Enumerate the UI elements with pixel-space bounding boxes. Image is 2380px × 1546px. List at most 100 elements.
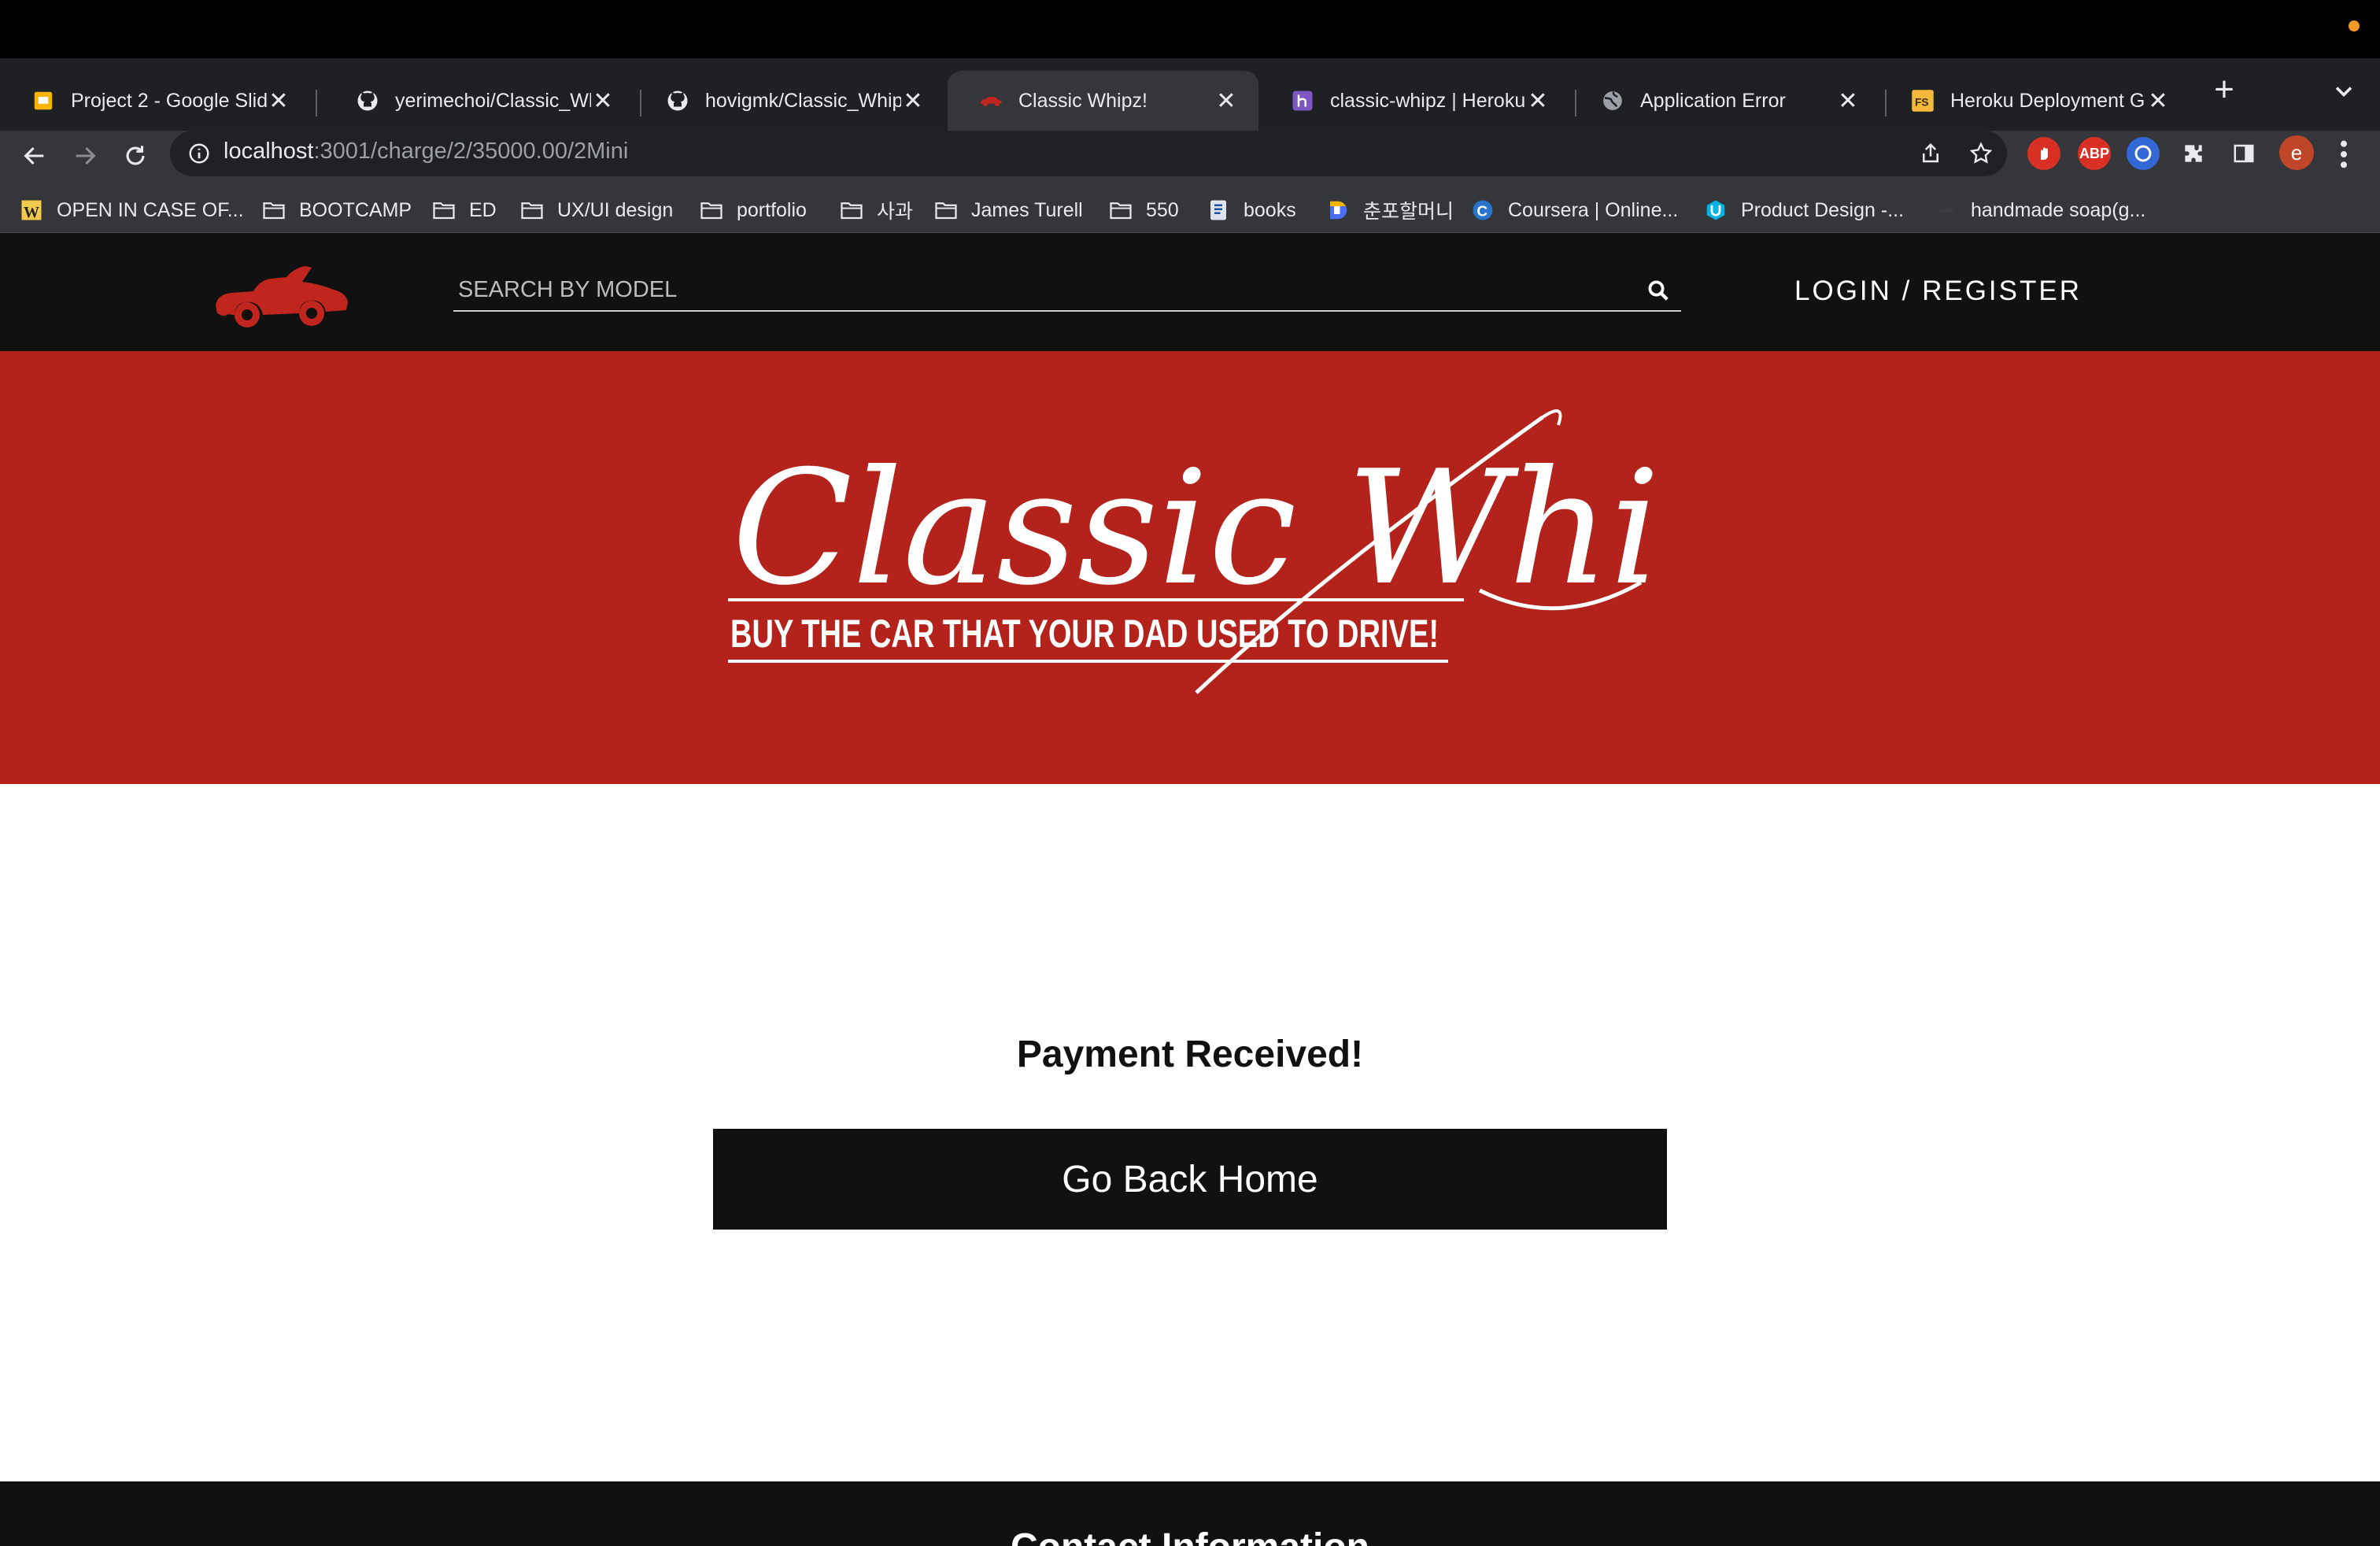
- search-input[interactable]: [458, 274, 1623, 305]
- share-button[interactable]: [1916, 139, 1946, 168]
- go-back-home-button[interactable]: Go Back Home: [713, 1129, 1667, 1230]
- window-titlebar: [0, 0, 2380, 58]
- classic-whipz-logo: Classic Whipz BUY THE CAR THAT YOUR DAD …: [728, 409, 1661, 694]
- tab-close-icon[interactable]: ✕: [1836, 87, 1860, 115]
- bookmark-label: books: [1244, 198, 1296, 221]
- svg-text:FS: FS: [1915, 96, 1929, 108]
- bookmark-label: OPEN IN CASE OF...: [57, 198, 244, 221]
- bookmark-label: Product Design -...: [1741, 198, 1905, 221]
- tab-separator: [316, 90, 317, 117]
- bookmark-item[interactable]: portfolio: [699, 187, 807, 233]
- bookmark-item[interactable]: BOOTCAMP: [261, 187, 412, 233]
- tab-title: yerimechoi/Classic_Whipz: [395, 89, 591, 112]
- bookmark-item[interactable]: C Coursera | Online...: [1470, 187, 1678, 233]
- tab-close-icon[interactable]: ✕: [1526, 87, 1550, 115]
- tab-close-icon[interactable]: ✕: [901, 87, 925, 115]
- more-menu-icon[interactable]: [2336, 139, 2352, 170]
- search-icon[interactable]: [1646, 279, 1670, 302]
- footer-title: Contact Information: [0, 1526, 2380, 1546]
- soap-icon: [1933, 198, 1958, 223]
- record-icon[interactable]: [2127, 137, 2160, 170]
- browser-tab[interactable]: FS Heroku Deployment Guide✕: [1879, 71, 2190, 131]
- tab-close-icon[interactable]: ✕: [267, 87, 290, 115]
- bookmark-item[interactable]: 550: [1108, 187, 1179, 233]
- tab-close-icon[interactable]: ✕: [2146, 87, 2170, 115]
- hand-icon[interactable]: [2027, 137, 2060, 170]
- tab-strip: Project 2 - Google Slides ✕ yerimechoi/Cla…: [0, 58, 2380, 131]
- browser-tab[interactable]: hovigmk/Classic_Whipz ✕: [634, 71, 945, 131]
- extensions-button[interactable]: [2179, 139, 2208, 168]
- forward-button[interactable]: [68, 139, 102, 173]
- side-panel-button[interactable]: [2229, 139, 2259, 168]
- wiki-icon: W: [19, 198, 44, 223]
- arrow-left-icon: [24, 146, 44, 165]
- payment-received-heading: Payment Received!: [1016, 1034, 1364, 1075]
- browser-tab[interactable]: Classic Whipz! ✕: [948, 71, 1258, 131]
- svg-text:W: W: [24, 204, 39, 221]
- book-icon: [1206, 198, 1231, 223]
- bookmark-item[interactable]: books: [1206, 187, 1296, 233]
- star-icon: [1969, 142, 1993, 164]
- browser-tab[interactable]: Application Error ✕: [1569, 71, 1880, 131]
- car-icon: [979, 89, 1003, 113]
- folder-icon: [261, 198, 286, 223]
- folder-icon: [699, 198, 724, 223]
- tab-close-icon[interactable]: ✕: [591, 87, 615, 115]
- tab-close-icon[interactable]: ✕: [1214, 87, 1238, 115]
- bookmark-item[interactable]: James Turell: [933, 187, 1083, 233]
- bookmark-item[interactable]: UX/UI design: [519, 187, 673, 233]
- puzzle-icon: [2185, 145, 2202, 162]
- bookmark-label: BOOTCAMP: [299, 198, 412, 221]
- bookmark-item[interactable]: 춘포할머니: [1325, 187, 1454, 233]
- bookmark-label: James Turell: [971, 198, 1083, 221]
- github-icon: [666, 89, 689, 113]
- site-footer: Contact Information: [0, 1481, 2380, 1546]
- tab-title: classic-whipz | Heroku: [1330, 89, 1526, 112]
- github-icon: [356, 89, 379, 113]
- bookmark-item[interactable]: Product Design -...: [1703, 187, 1904, 233]
- folder-icon: [1108, 198, 1133, 223]
- arrow-right-icon: [76, 146, 96, 165]
- bookmark-label: UX/UI design: [557, 198, 674, 221]
- url-host: localhost: [224, 139, 314, 164]
- recording-indicator: [2349, 20, 2360, 31]
- tab-title: hovigmk/Classic_Whipz: [705, 89, 901, 112]
- folder-icon: [431, 198, 456, 223]
- site-info-icon[interactable]: [187, 142, 211, 165]
- bookmark-label: Coursera | Online...: [1508, 198, 1679, 221]
- reload-button[interactable]: [118, 139, 153, 173]
- browser-tab[interactable]: yerimechoi/Classic_Whipz✕: [324, 71, 635, 131]
- logo-title: Classic Whipz: [732, 437, 1661, 620]
- url-text[interactable]: localhost:3001/charge/2/35000.00/2Mini: [224, 139, 628, 165]
- bookmark-label: 550: [1146, 198, 1179, 221]
- bookmark-item[interactable]: W OPEN IN CASE OF...: [19, 187, 244, 233]
- globe-icon: [1601, 89, 1624, 113]
- share-icon: [1923, 142, 1938, 163]
- browser-tab[interactable]: Project 2 - Google Slides ✕: [0, 71, 311, 131]
- adblock-icon[interactable]: ABP: [2078, 137, 2111, 170]
- folder-icon: [839, 198, 864, 223]
- bookmark-label: 사과: [877, 201, 914, 223]
- bookmark-item[interactable]: handmade soap(g...: [1933, 187, 2145, 233]
- svg-text:C: C: [1477, 203, 1488, 220]
- login-register-link[interactable]: LOGIN / REGISTER: [1794, 276, 2082, 307]
- bookmark-star-button[interactable]: [1966, 139, 1996, 168]
- tab-title: Project 2 - Google Slides: [71, 89, 267, 112]
- tab-title: Heroku Deployment Guide: [1950, 89, 2146, 112]
- tab-title: Classic Whipz!: [1018, 89, 1148, 112]
- reload-icon: [126, 146, 145, 165]
- car-logo-icon[interactable]: [208, 258, 351, 331]
- coursera-icon: C: [1470, 198, 1495, 223]
- new-tab-button[interactable]: +: [2207, 72, 2241, 107]
- bookmark-item[interactable]: 사과: [839, 187, 913, 233]
- udacity-icon: [1703, 198, 1728, 223]
- bookmark-item[interactable]: ED: [431, 187, 497, 233]
- d-icon: [1325, 198, 1351, 223]
- tab-search-icon[interactable]: [2330, 77, 2358, 105]
- google-slides-icon: [31, 89, 55, 113]
- back-button[interactable]: [17, 139, 52, 173]
- search-bar: [453, 274, 1681, 312]
- profile-avatar[interactable]: e: [2279, 135, 2314, 170]
- bookmark-label: 춘포할머니: [1363, 201, 1454, 223]
- browser-tab[interactable]: classic-whipz | Heroku ✕: [1259, 71, 1570, 131]
